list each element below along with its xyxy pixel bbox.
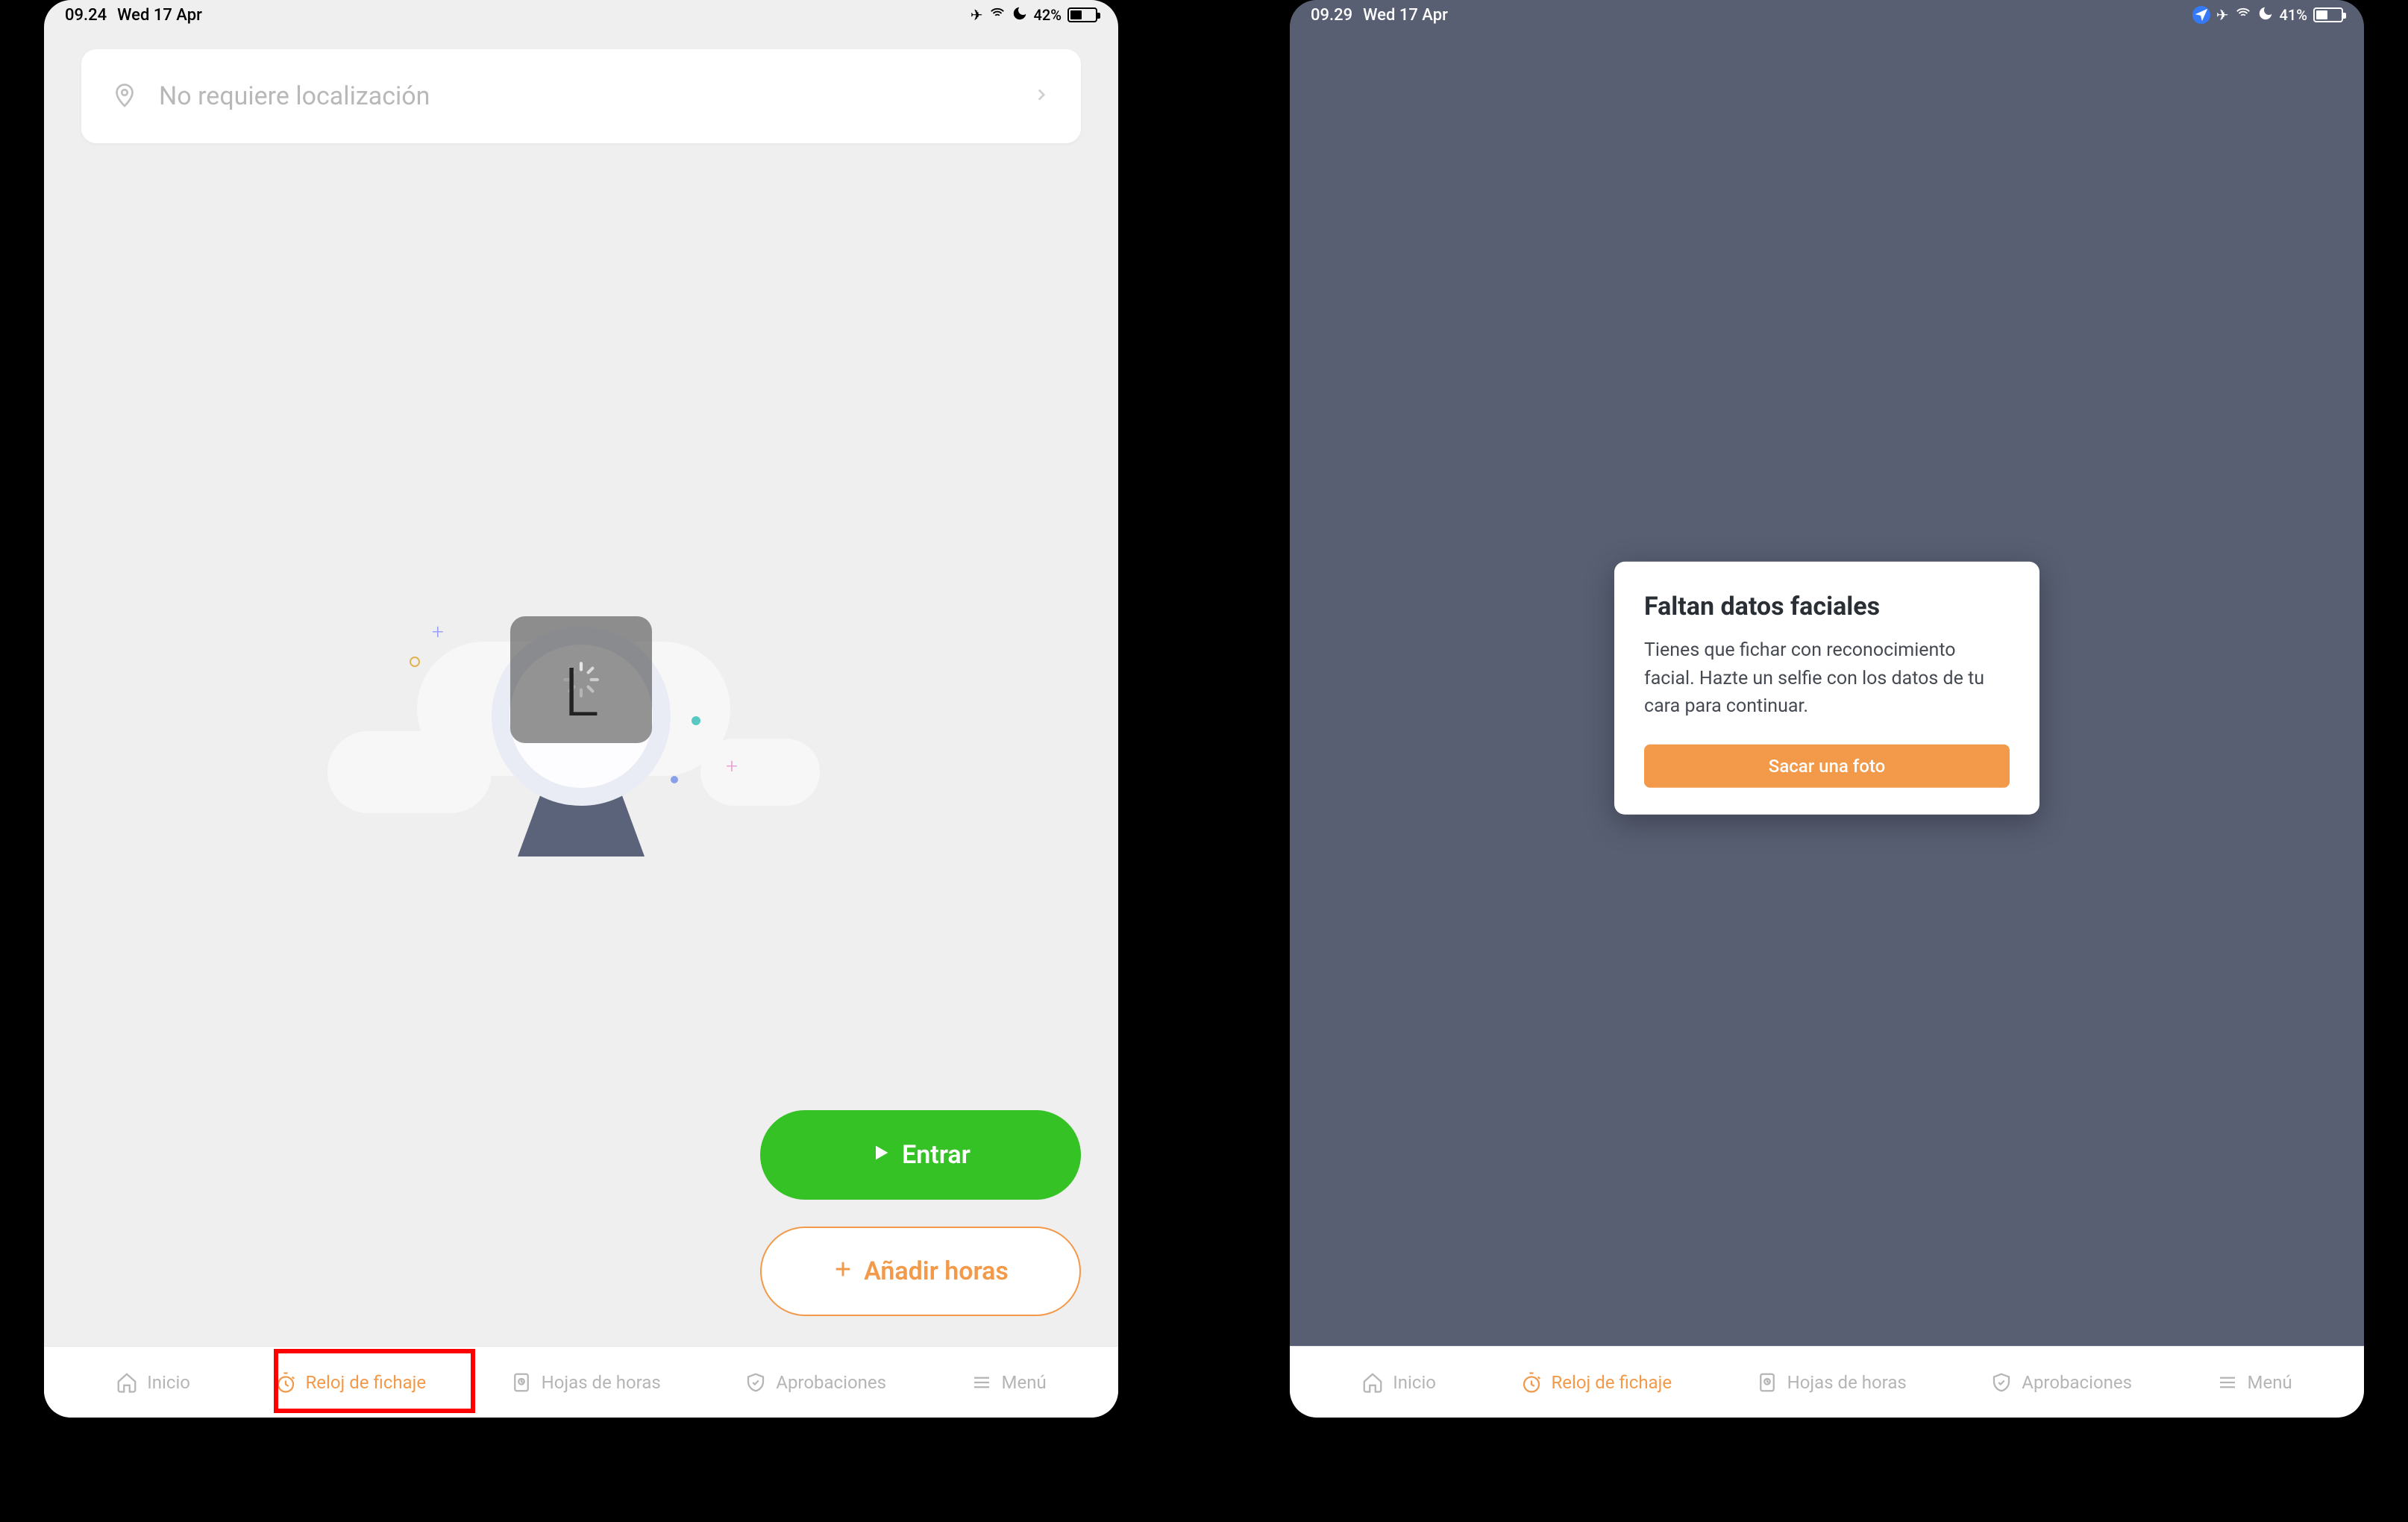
tab-menu[interactable]: Menú — [2203, 1364, 2306, 1401]
location-text: No requiere localización — [159, 81, 1032, 111]
status-date: Wed 17 Apr — [117, 6, 202, 25]
timesheet-icon — [1756, 1371, 1778, 1394]
battery-icon — [1067, 7, 1097, 22]
tab-bar: Inicio Reloj de fichaje Hojas de horas A… — [1290, 1346, 2364, 1418]
take-photo-button[interactable]: Sacar una foto — [1644, 744, 2010, 787]
tab-label: Menú — [2248, 1372, 2292, 1393]
status-date: Wed 17 Apr — [1363, 6, 1448, 25]
tab-label: Aprobaciones — [776, 1372, 886, 1393]
home-icon — [116, 1371, 138, 1394]
play-icon — [871, 1140, 891, 1170]
tab-reloj[interactable]: Reloj de fichaje — [1507, 1364, 1686, 1401]
shield-check-icon — [744, 1371, 767, 1394]
tab-aprobaciones[interactable]: Aprobaciones — [731, 1364, 900, 1401]
facial-data-modal: Faltan datos faciales Tienes que fichar … — [1614, 562, 2039, 815]
tab-menu[interactable]: Menú — [957, 1364, 1060, 1401]
status-time: 09.29 — [1311, 6, 1352, 25]
tab-label: Inicio — [1393, 1372, 1436, 1393]
tab-label: Menú — [1002, 1372, 1047, 1393]
stopwatch-icon — [1520, 1371, 1543, 1394]
tab-inicio[interactable]: Inicio — [102, 1364, 204, 1401]
menu-icon — [2216, 1371, 2239, 1394]
main-content: Faltan datos faciales Tienes que fichar … — [1290, 30, 2364, 1346]
airplane-icon: ✈ — [2216, 6, 2229, 24]
clock-letter: L — [563, 654, 598, 732]
battery-percent: 41% — [2280, 6, 2307, 24]
home-icon — [1361, 1371, 1384, 1394]
tab-hojas[interactable]: Hojas de horas — [497, 1364, 674, 1401]
tab-bar: Inicio Reloj de fichaje Hojas de horas A… — [44, 1346, 1118, 1418]
airplane-icon: ✈ — [971, 6, 983, 24]
tab-label: Reloj de fichaje — [1552, 1372, 1672, 1393]
dnd-moon-icon — [1012, 5, 1028, 25]
clock-in-label: Entrar — [902, 1140, 971, 1170]
main-content: No requiere localización + + — [44, 30, 1118, 1346]
battery-percent: 42% — [1034, 6, 1062, 24]
tab-label: Hojas de horas — [1787, 1372, 1907, 1393]
tab-label: Inicio — [147, 1372, 190, 1393]
device-screen-1: 09.24 Wed 17 Apr ✈ 42% No requiere local… — [44, 0, 1118, 1418]
tab-aprobaciones[interactable]: Aprobaciones — [1977, 1364, 2145, 1401]
wifi-icon — [2235, 5, 2251, 25]
location-pin-icon — [111, 81, 138, 111]
menu-icon — [971, 1371, 993, 1394]
status-bar: 09.29 Wed 17 Apr ✈ 41% — [1290, 0, 2364, 30]
tab-label: Aprobaciones — [2022, 1372, 2132, 1393]
tab-inicio[interactable]: Inicio — [1348, 1364, 1449, 1401]
modal-title: Faltan datos faciales — [1644, 592, 2010, 621]
status-time: 09.24 — [65, 6, 107, 25]
wifi-icon — [989, 5, 1006, 25]
clock-in-button[interactable]: Entrar — [760, 1110, 1081, 1200]
take-photo-label: Sacar una foto — [1769, 755, 1885, 776]
chevron-right-icon — [1032, 85, 1051, 107]
clock-illustration: + + — [350, 582, 812, 895]
plus-icon — [833, 1256, 853, 1286]
status-bar: 09.24 Wed 17 Apr ✈ 42% — [44, 0, 1118, 30]
add-hours-button[interactable]: Añadir horas — [760, 1227, 1081, 1316]
location-services-icon — [2192, 6, 2210, 24]
dnd-moon-icon — [2257, 5, 2274, 25]
tab-label: Hojas de horas — [542, 1372, 661, 1393]
tab-hojas[interactable]: Hojas de horas — [1743, 1364, 1920, 1401]
battery-icon — [2313, 7, 2343, 22]
stopwatch-icon — [275, 1371, 297, 1394]
modal-body: Tienes que fichar con reconocimiento fac… — [1644, 636, 2010, 721]
timesheet-icon — [510, 1371, 533, 1394]
location-card[interactable]: No requiere localización — [81, 49, 1081, 143]
tab-reloj[interactable]: Reloj de fichaje — [261, 1364, 440, 1401]
tab-label: Reloj de fichaje — [306, 1372, 427, 1393]
shield-check-icon — [1990, 1371, 2013, 1394]
device-screen-2: 09.29 Wed 17 Apr ✈ 41% Faltan datos faci… — [1290, 0, 2364, 1418]
add-hours-label: Añadir horas — [864, 1256, 1009, 1286]
